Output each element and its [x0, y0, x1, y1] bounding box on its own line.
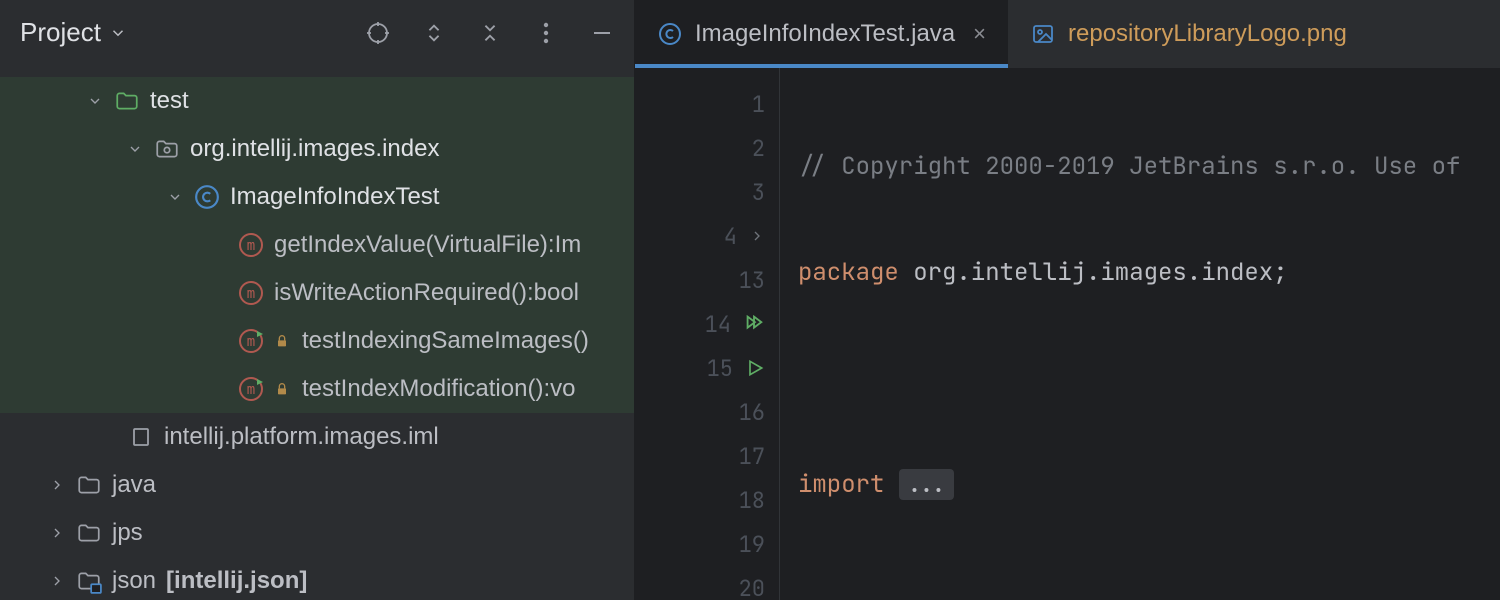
- module-file-icon: [128, 424, 154, 450]
- tree-method[interactable]: m getIndexValue(VirtualFile):Im: [0, 221, 634, 269]
- gutter-line[interactable]: 3: [635, 170, 779, 214]
- folded-region[interactable]: ...: [899, 469, 954, 500]
- close-icon[interactable]: ×: [973, 21, 986, 47]
- gutter-line[interactable]: 4: [635, 214, 779, 258]
- folder-icon: [76, 472, 102, 498]
- gutter[interactable]: 1 2 3 4 13 14 15 16 17 18 19 20: [635, 68, 780, 600]
- gutter-line[interactable]: 16: [635, 390, 779, 434]
- lock-icon: [274, 333, 292, 349]
- tree-label-module: [intellij.json]: [166, 567, 307, 595]
- collapse-icon[interactable]: [478, 21, 502, 45]
- tree-method-test[interactable]: m testIndexingSameImages(): [0, 317, 634, 365]
- chevron-down-icon: [86, 93, 104, 109]
- tree-label: ImageInfoIndexTest: [230, 183, 439, 211]
- code-content[interactable]: // Copyright 2000-2019 JetBrains s.r.o. …: [780, 68, 1500, 600]
- tree-label: test: [150, 87, 189, 115]
- gutter-line[interactable]: 19: [635, 522, 779, 566]
- method-icon: m: [238, 232, 264, 258]
- more-icon[interactable]: [534, 21, 558, 45]
- tree-label: json: [112, 567, 156, 595]
- tab-label: ImageInfoIndexTest.java: [695, 20, 955, 48]
- folder-test-icon: [114, 88, 140, 114]
- sidebar-header: Project: [0, 0, 634, 65]
- run-all-icon[interactable]: [743, 313, 765, 335]
- sidebar-toolbar: [366, 21, 614, 45]
- tree-label: intellij.platform.images.iml: [164, 423, 439, 451]
- gutter-line[interactable]: 17: [635, 434, 779, 478]
- svg-text:m: m: [247, 334, 255, 350]
- lock-icon: [274, 381, 292, 397]
- fold-icon[interactable]: [749, 228, 765, 244]
- project-sidebar: Project test: [0, 0, 635, 600]
- tree-class[interactable]: ImageInfoIndexTest: [0, 173, 634, 221]
- tree-label: testIndexModification():vo: [302, 375, 575, 403]
- gutter-line[interactable]: 15: [635, 346, 779, 390]
- tree-folder-java[interactable]: java: [0, 461, 634, 509]
- gutter-line[interactable]: 14: [635, 302, 779, 346]
- svg-text:m: m: [247, 238, 255, 254]
- class-icon: [194, 184, 220, 210]
- folder-icon: [76, 520, 102, 546]
- code-line[interactable]: // Copyright 2000-2019 JetBrains s.r.o. …: [780, 144, 1500, 188]
- chevron-right-icon: [48, 573, 66, 589]
- tab-image-file[interactable]: repositoryLibraryLogo.png: [1008, 0, 1369, 68]
- tree-label: java: [112, 471, 156, 499]
- tree-label: getIndexValue(VirtualFile):Im: [274, 231, 581, 259]
- tree-label: jps: [112, 519, 143, 547]
- minimize-icon[interactable]: [590, 21, 614, 45]
- class-icon: [657, 21, 683, 47]
- tree-file-iml[interactable]: intellij.platform.images.iml: [0, 413, 634, 461]
- svg-text:m: m: [247, 286, 255, 302]
- locate-icon[interactable]: [366, 21, 390, 45]
- method-run-icon: m: [238, 328, 264, 354]
- code-editor[interactable]: 1 2 3 4 13 14 15 16 17 18 19 20 // Copyr…: [635, 68, 1500, 600]
- tab-label: repositoryLibraryLogo.png: [1068, 20, 1347, 48]
- chevron-down-icon: [166, 189, 184, 205]
- project-tree[interactable]: test org.intellij.images.index ImageInfo…: [0, 65, 634, 600]
- module-folder-icon: [76, 568, 102, 594]
- svg-text:m: m: [247, 382, 255, 398]
- chevron-down-icon: [109, 24, 127, 42]
- gutter-line[interactable]: 1: [635, 82, 779, 126]
- tree-method[interactable]: m isWriteActionRequired():bool: [0, 269, 634, 317]
- chevron-right-icon: [48, 477, 66, 493]
- tree-method-test[interactable]: m testIndexModification():vo: [0, 365, 634, 413]
- code-line[interactable]: import ...: [780, 462, 1500, 506]
- gutter-line[interactable]: 2: [635, 126, 779, 170]
- gutter-line[interactable]: 20: [635, 566, 779, 600]
- code-line[interactable]: [780, 356, 1500, 400]
- code-line[interactable]: package org.intellij.images.index;: [780, 250, 1500, 294]
- chevron-down-icon: [126, 141, 144, 157]
- tree-package[interactable]: org.intellij.images.index: [0, 125, 634, 173]
- gutter-line[interactable]: 18: [635, 478, 779, 522]
- project-tool-button[interactable]: Project: [20, 17, 127, 48]
- expand-icon[interactable]: [422, 21, 446, 45]
- editor-area: ImageInfoIndexTest.java × repositoryLibr…: [635, 0, 1500, 600]
- tree-label: org.intellij.images.index: [190, 135, 439, 163]
- package-icon: [154, 136, 180, 162]
- code-line[interactable]: [780, 568, 1500, 600]
- chevron-right-icon: [48, 525, 66, 541]
- image-file-icon: [1030, 21, 1056, 47]
- tree-folder-json[interactable]: json [intellij.json]: [0, 557, 634, 600]
- tab-java-file[interactable]: ImageInfoIndexTest.java ×: [635, 0, 1008, 68]
- project-title: Project: [20, 17, 101, 48]
- gutter-line[interactable]: 13: [635, 258, 779, 302]
- run-icon[interactable]: [745, 358, 765, 378]
- method-icon: m: [238, 280, 264, 306]
- tree-label: testIndexingSameImages(): [302, 327, 589, 355]
- tree-label: isWriteActionRequired():bool: [274, 279, 579, 307]
- tree-folder-jps[interactable]: jps: [0, 509, 634, 557]
- method-run-icon: m: [238, 376, 264, 402]
- editor-tabs: ImageInfoIndexTest.java × repositoryLibr…: [635, 0, 1500, 68]
- tree-folder-test[interactable]: test: [0, 77, 634, 125]
